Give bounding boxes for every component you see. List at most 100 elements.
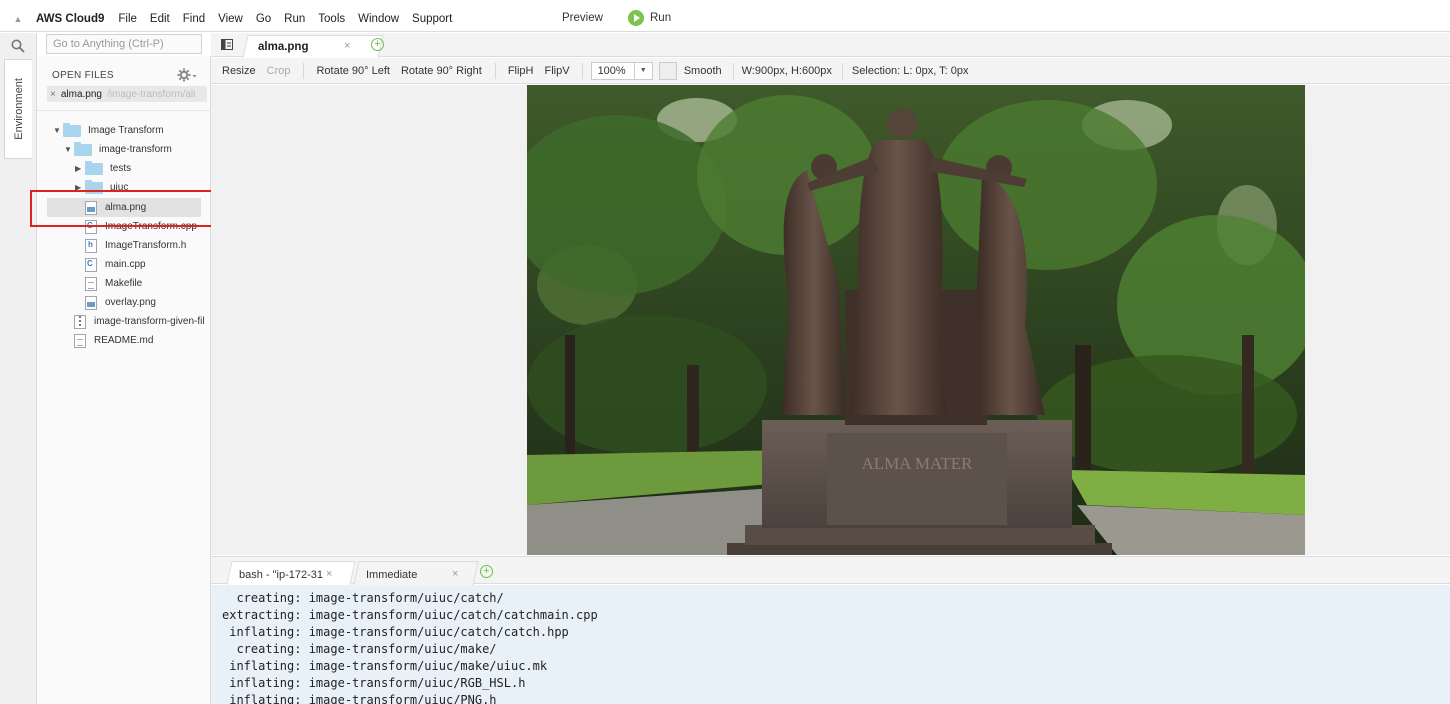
tree-item-label: Makefile — [105, 278, 143, 289]
text-file-icon — [74, 333, 86, 348]
toolbar-separator — [581, 62, 583, 79]
tree-item-label: Image Transform — [88, 125, 164, 136]
tree-file-makefile[interactable]: Makefile — [85, 274, 142, 293]
image-canvas-area: ALMA MATER — [211, 85, 1450, 555]
tree-item-label: README.md — [94, 335, 154, 346]
menu-window[interactable]: Window — [358, 13, 399, 25]
rotate-left-button[interactable]: Rotate 90° Left — [316, 65, 390, 77]
alma-mater-photo[interactable]: ALMA MATER — [527, 85, 1305, 555]
open-file-name: alma.png — [60, 88, 102, 100]
environment-tab[interactable]: Environment — [4, 59, 32, 159]
run-button[interactable]: Run — [628, 10, 671, 26]
terminal-line: inflating: image-transform/uiuc/catch/ca… — [222, 625, 569, 639]
image-dimensions: W:900px, H:600px — [741, 64, 832, 77]
menu-bar: ▲ AWS Cloud9 File Edit Find View Go Run … — [0, 7, 1450, 32]
folder-icon — [63, 122, 81, 137]
engraving-text: ALMA MATER — [862, 454, 974, 473]
toolbar-separator — [303, 62, 305, 79]
gear-icon[interactable] — [177, 68, 197, 82]
aws-cloud9-menu[interactable]: AWS Cloud9 — [36, 13, 104, 25]
terminal-line: inflating: image-transform/uiuc/RGB_HSL.… — [222, 676, 526, 690]
zip-file-icon — [74, 314, 86, 329]
collapsed-arrow-icon[interactable]: ▶ — [75, 164, 85, 173]
menu-view[interactable]: View — [218, 13, 243, 25]
tree-item-label: overlay.png — [105, 297, 156, 308]
search-icon[interactable] — [11, 39, 25, 53]
file-tree-panel: OPEN FILES × alma.png /image-transform/a… — [37, 56, 211, 704]
add-console-tab-icon[interactable]: + — [480, 565, 493, 578]
menu-support[interactable]: Support — [412, 13, 452, 25]
fliph-button[interactable]: FlipH — [508, 65, 534, 77]
left-panel-strip: Environment — [0, 33, 37, 704]
crop-button[interactable]: Crop — [267, 65, 291, 77]
image-editor-toolbar: Resize Crop Rotate 90° Left Rotate 90° R… — [211, 58, 1450, 84]
add-tab-icon[interactable]: + — [371, 38, 384, 51]
tab-bash-close-icon[interactable]: × — [326, 568, 332, 580]
tab-alma-png-label: alma.png — [258, 41, 309, 53]
tree-file-overlay-png[interactable]: overlay.png — [85, 293, 156, 312]
tree-item-label: image-transform-given-fil — [94, 316, 205, 327]
selection-highlight-box — [30, 190, 223, 227]
tab-bash-label: bash - "ip-172-31 — [239, 569, 324, 581]
terminal-line: creating: image-transform/uiuc/catch/ — [222, 591, 504, 605]
cpp-file-icon — [85, 257, 97, 272]
image-file-icon — [85, 295, 97, 310]
play-icon — [628, 10, 644, 26]
menu-edit[interactable]: Edit — [150, 13, 170, 25]
collapse-menu-icon[interactable]: ▲ — [0, 14, 36, 24]
tree-folder-image-transform[interactable]: ▼ image-transform — [64, 140, 172, 159]
close-file-icon[interactable]: × — [50, 89, 56, 100]
preview-button[interactable]: Preview — [562, 12, 603, 24]
toolbar-separator — [841, 62, 843, 79]
environment-tab-label: Environment — [12, 78, 25, 140]
tree-folder-image-transform-root[interactable]: ▼ Image Transform — [53, 121, 164, 140]
tree-file-readme[interactable]: README.md — [74, 331, 153, 350]
terminal-output[interactable]: creating: image-transform/uiuc/catch/ ex… — [211, 585, 1450, 704]
menu-go[interactable]: Go — [256, 13, 271, 25]
terminal-line: inflating: image-transform/uiuc/make/uiu… — [222, 659, 548, 673]
terminal-line: inflating: image-transform/uiuc/PNG.h — [222, 693, 497, 704]
menu-tools[interactable]: Tools — [318, 13, 345, 25]
menu-find[interactable]: Find — [183, 13, 205, 25]
zoom-select[interactable]: 100% ▼ — [590, 61, 653, 80]
rotate-right-button[interactable]: Rotate 90° Right — [401, 65, 482, 77]
terminal-line: extracting: image-transform/uiuc/catch/c… — [222, 608, 598, 622]
run-label: Run — [650, 12, 672, 24]
tab-immediate-close-icon[interactable]: × — [452, 568, 458, 580]
tree-item-label: tests — [110, 163, 132, 174]
tree-file-imagetransform-h[interactable]: ImageTransform.h — [85, 236, 186, 255]
smooth-checkbox[interactable] — [658, 61, 677, 80]
tab-immediate-label: Immediate — [366, 569, 418, 581]
tree-item-label: ImageTransform.h — [105, 240, 187, 251]
smooth-label: Smooth — [683, 64, 722, 77]
tab-close-icon[interactable]: × — [344, 40, 350, 52]
tree-item-label: main.cpp — [105, 259, 146, 270]
goto-anything-input[interactable]: Go to Anything (Ctrl-P) — [46, 34, 202, 54]
menu-run[interactable]: Run — [284, 13, 305, 25]
flipv-button[interactable]: FlipV — [545, 65, 570, 77]
menu-file[interactable]: File — [118, 13, 137, 25]
text-file-icon — [85, 276, 97, 291]
expanded-arrow-icon[interactable]: ▼ — [64, 145, 74, 154]
resize-button[interactable]: Resize — [222, 65, 256, 77]
toolbar-separator — [494, 62, 496, 79]
zoom-value: 100% — [597, 64, 626, 77]
tree-file-main-cpp[interactable]: main.cpp — [85, 255, 146, 274]
open-file-path: /image-transform/ali — [106, 88, 196, 100]
open-files-title: OPEN FILES — [52, 70, 114, 81]
chevron-down-icon[interactable]: ▼ — [633, 62, 652, 79]
divider — [37, 110, 211, 111]
folder-icon — [74, 141, 92, 156]
console-tab-bar: bash - "ip-172-31 × Immediate × + — [211, 556, 1450, 585]
folder-icon — [85, 160, 103, 175]
header-file-icon — [85, 238, 97, 253]
tab-menu-icon[interactable] — [221, 39, 233, 50]
terminal-line: creating: image-transform/uiuc/make/ — [222, 642, 497, 656]
tree-folder-tests[interactable]: ▶ tests — [75, 159, 131, 178]
tree-file-given-files-zip[interactable]: image-transform-given-fil — [74, 312, 205, 331]
expanded-arrow-icon[interactable]: ▼ — [53, 126, 63, 135]
editor-tab-bar: alma.png × + — [211, 33, 1450, 58]
toolbar-separator — [732, 62, 734, 79]
tree-item-label: image-transform — [99, 144, 172, 155]
open-file-item[interactable]: × alma.png /image-transform/ali — [47, 86, 207, 102]
